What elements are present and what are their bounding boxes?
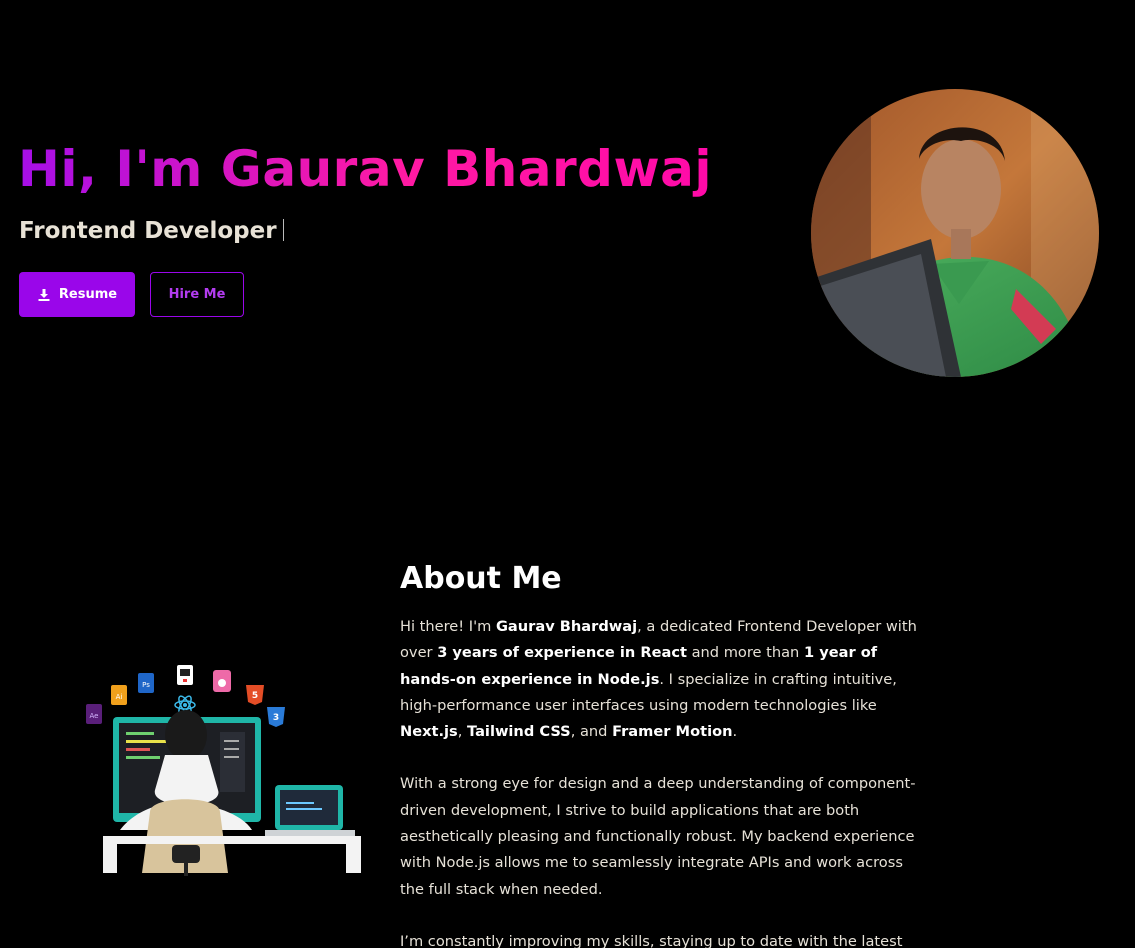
page: Hi, I'm Gaurav Bhardwaj Frontend Develop… [0,0,1135,948]
typing-caret [282,219,284,241]
developer-illustration: Ae Ai Ps 5 3 [86,665,361,876]
about-p1-text-7: . [732,723,738,741]
about-p1-text-5: , [457,723,468,741]
svg-text:3: 3 [273,713,279,723]
hero-title: Hi, I'm Gaurav Bhardwaj [18,140,713,198]
hero-role-text: Frontend Developer [19,218,277,244]
about-p1-text-1: Hi there! I'm [400,618,496,635]
about-p1-framer-motion: Framer Motion [612,723,733,741]
about-p1-text-3: and more than [686,644,804,662]
profile-photo [811,89,1099,377]
code-file-icon [177,665,193,685]
about-p1-tailwind: Tailwind CSS [467,723,571,741]
about-paragraph-1: Hi there! I'm Gaurav Bhardwaj, a dedicat… [400,614,920,745]
about-paragraph-2: With a strong eye for design and a deep … [400,775,916,898]
hire-me-button-label: Hire Me [168,287,226,302]
about-paragraph-3: I’m constantly improving my skills, stay… [400,932,903,948]
css3-icon: 3 [267,707,285,727]
about-p1-name: Gaurav Bhardwaj [495,618,638,635]
about-p1-nextjs: Next.js [400,723,458,741]
after-effects-icon: Ae [86,704,102,724]
about-heading: About Me [400,561,562,596]
svg-text:5: 5 [252,691,258,701]
photoshop-icon: Ps [138,673,154,693]
figma-file-icon [213,670,231,692]
hire-me-button[interactable]: Hire Me [150,272,244,317]
svg-text:Ps: Ps [142,681,150,689]
html5-icon: 5 [246,685,264,705]
download-icon [38,288,50,301]
about-p1-react-experience: 3 years of experience in React [437,644,687,662]
resume-button[interactable]: Resume [19,272,135,317]
resume-button-label: Resume [58,287,118,302]
hero-role: Frontend Developer [19,218,284,244]
svg-text:Ae: Ae [90,712,99,720]
about-p1-text-6: , and [570,723,613,741]
svg-text:Ai: Ai [116,693,123,701]
about-text: Hi there! I'm Gaurav Bhardwaj, a dedicat… [400,614,920,948]
illustrator-icon: Ai [111,685,127,705]
